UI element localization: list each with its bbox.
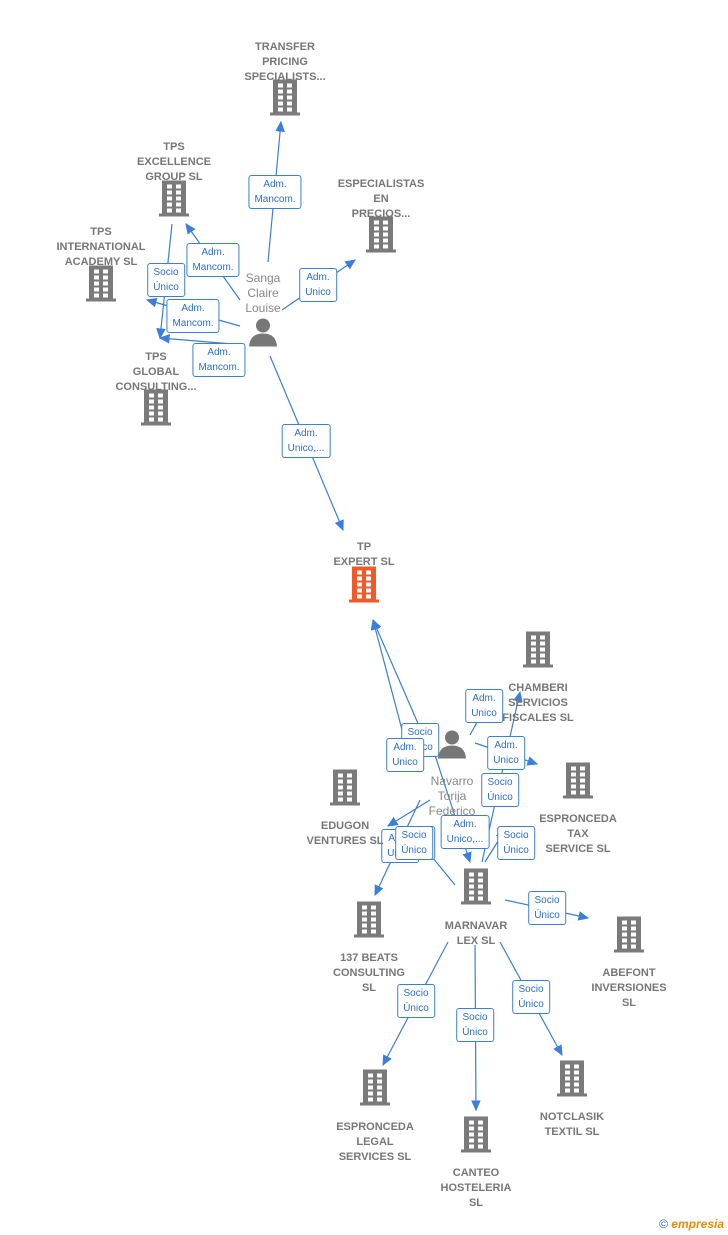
building-icon-beats[interactable] [354,901,384,943]
node-label-especialistas[interactable]: ESPECIALISTAS EN PRECIOS... [338,177,425,222]
node-label-abefont[interactable]: ABEFONT INVERSIONES SL [591,966,666,1011]
node-label-academy[interactable]: TPS INTERNATIONAL ACADEMY SL [56,225,145,270]
edge-navarro-tpexpert [372,618,421,729]
building-icon-abefont[interactable] [614,916,644,958]
edge-label[interactable]: SocioÚnico [456,1008,494,1042]
node-label-edugon[interactable]: EDUGON VENTURES SL [306,819,383,849]
edge-label[interactable]: Adm. Unico,... [281,424,331,458]
node-label-esplegal[interactable]: ESPRONCEDA LEGAL SERVICES SL [336,1120,414,1165]
edge-label[interactable]: Adm. Mancom. [186,243,240,277]
building-icon-tpexpert[interactable] [349,566,379,608]
edge-label[interactable]: Adm. Mancom. [192,343,246,377]
building-icon-especialistas[interactable] [366,216,396,258]
building-icon-marnavar[interactable] [461,868,491,910]
footer-brand[interactable]: © empresia [659,1217,724,1231]
edge-label[interactable]: Adm.Unico [487,736,525,770]
edge-label[interactable]: SocioÚnico [147,263,185,297]
edge-label[interactable]: Adm. Mancom. [166,299,220,333]
node-label-beats[interactable]: 137 BEATS CONSULTING SL [333,951,405,996]
edge-label[interactable]: SocioÚnico [481,773,519,807]
edge-label[interactable]: SocioÚnico [497,826,535,860]
edge-label[interactable]: SocioÚnico [395,826,433,860]
node-label-excellence[interactable]: TPS EXCELLENCE GROUP SL [137,140,211,185]
edge-label[interactable]: Adm.Unico [386,738,424,772]
network-diagram: © empresia Adm. Mancom. Adm. Mancom. Adm. Uni… [0,0,728,1235]
building-icon-excellence[interactable] [159,180,189,222]
node-label-chamberi[interactable]: CHAMBERI SERVICIOS FISCALES SL [502,681,574,726]
building-icon-canteo[interactable] [461,1116,491,1158]
building-icon-academy[interactable] [86,265,116,307]
node-label-navarro[interactable]: Navarro Torija Federico [429,774,476,819]
node-label-canteo[interactable]: CANTEO HOSTELERIA SL [441,1166,512,1211]
edge-label[interactable]: SocioÚnico [528,891,566,925]
person-icon-navarro[interactable] [437,729,467,764]
edge-label[interactable]: Adm.Unico [465,689,503,723]
building-icon-transfer[interactable] [270,79,300,121]
building-icon-esptax[interactable] [563,762,593,804]
node-label-notclasik[interactable]: NOTCLASIK TEXTIL SL [540,1110,604,1140]
node-label-transfer[interactable]: TRANSFER PRICING SPECIALISTS... [244,40,325,85]
building-icon-global[interactable] [141,389,171,431]
edge-label[interactable]: Adm.Unico [299,268,337,302]
copyright-icon: © [659,1217,668,1231]
node-label-global[interactable]: TPS GLOBAL CONSULTING... [115,350,196,395]
edge-label[interactable]: Adm. Mancom. [248,175,302,209]
building-icon-chamberi[interactable] [523,631,553,673]
node-label-marnavar[interactable]: MARNAVAR LEX SL [445,919,508,949]
node-label-esptax[interactable]: ESPRONCEDA TAX SERVICE SL [539,812,617,857]
building-icon-notclasik[interactable] [557,1060,587,1102]
person-icon-sanga[interactable] [248,317,278,352]
node-label-tpexpert[interactable]: TP EXPERT SL [333,540,394,570]
brand-logo: empresia [671,1217,724,1231]
edge-label[interactable]: Adm. Unico,... [440,815,490,849]
edge-label[interactable]: SocioÚnico [512,980,550,1014]
building-icon-esplegal[interactable] [360,1069,390,1111]
building-icon-edugon[interactable] [330,769,360,811]
node-label-sanga[interactable]: Sanga Claire Louise [245,271,280,316]
